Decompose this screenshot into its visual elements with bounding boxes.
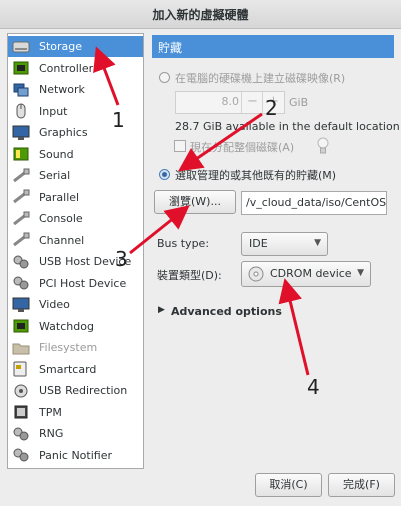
usb-redirection-icon	[14, 384, 28, 397]
folder-icon	[12, 343, 30, 354]
sidebar-item-usb-redirection[interactable]: USB Redirection	[8, 380, 143, 401]
title-bar: 加入新的虛擬硬體	[0, 0, 401, 29]
sidebar-item-label: Watchdog	[39, 319, 94, 333]
cancel-button[interactable]: 取消(C)	[255, 473, 322, 497]
sidebar-item-label: Controller	[39, 61, 94, 75]
sidebar-item-label: Serial	[39, 169, 71, 182]
sidebar-item-serial[interactable]: Serial	[8, 165, 143, 186]
chevron-down-icon: ▼	[357, 268, 364, 278]
console-cable-icon	[13, 211, 30, 225]
device-type-select[interactable]: CDROM device ▼	[241, 261, 371, 287]
allocate-checkbox[interactable]	[174, 140, 186, 152]
sidebar-item-label: Storage	[39, 40, 83, 53]
pci-device-icon	[13, 276, 29, 290]
annotation-number-4: 4	[307, 375, 320, 399]
storage-panel-header: 貯藏	[152, 35, 394, 58]
create-disk-label: 在電腦的硬碟機上建立磁碟映像(R)	[175, 72, 346, 85]
expander-arrow-icon[interactable]: ▶	[158, 305, 165, 315]
sidebar-item-storage[interactable]: Storage	[8, 36, 143, 57]
chevron-down-icon: ▼	[314, 238, 321, 248]
decrease-size-button[interactable]: −	[241, 92, 263, 113]
existing-storage-label: 選取管理的或其他既有的貯藏(M)	[175, 169, 337, 182]
sidebar-item-label: USB Redirection	[39, 384, 128, 397]
sidebar-item-label: Network	[39, 83, 85, 96]
sound-icon	[13, 147, 29, 161]
finish-button[interactable]: 完成(F)	[328, 473, 395, 497]
sidebar-item-label: Filesystem	[39, 341, 98, 354]
sidebar-item-smartcard[interactable]: Smartcard	[8, 359, 143, 380]
sidebar-item-label: Graphics	[39, 126, 88, 139]
sidebar-item-label: Smartcard	[39, 362, 97, 376]
bus-type-label: Bus type:	[157, 237, 210, 250]
storage-path-input[interactable]: /v_cloud_data/iso/CentOS	[241, 191, 387, 215]
sidebar-item-console[interactable]: Console	[8, 208, 143, 229]
window-title: 加入新的虛擬硬體	[152, 8, 249, 22]
existing-storage-radio[interactable]	[159, 169, 170, 180]
sidebar-item-label: Panic Notifier	[39, 448, 112, 462]
cdrom-icon	[248, 266, 264, 282]
video-monitor-icon	[12, 297, 30, 312]
annotation-number-1: 1	[112, 108, 125, 132]
annotation-number-3: 3	[115, 247, 128, 271]
sidebar-item-video[interactable]: Video	[8, 294, 143, 315]
watchdog-chip-icon	[13, 319, 29, 333]
device-type-value: CDROM device	[270, 267, 352, 280]
panel-title: 貯藏	[158, 41, 183, 55]
channel-cable-icon	[13, 232, 30, 247]
serial-cable-icon	[13, 168, 30, 182]
hard-disk-icon	[12, 41, 30, 52]
allocate-label: 現在分配整個磁碟(A)	[190, 141, 295, 154]
sidebar-item-label: PCI Host Device	[39, 276, 127, 290]
tpm-chip-icon	[14, 405, 28, 419]
smartcard-icon	[13, 361, 27, 377]
mouse-icon	[16, 103, 26, 119]
sidebar-item-label: Video	[39, 298, 70, 311]
controller-icon	[13, 61, 29, 75]
monitor-icon	[12, 125, 30, 140]
sidebar-item-parallel[interactable]: Parallel	[8, 187, 143, 208]
sidebar-item-panic-notifier[interactable]: Panic Notifier	[8, 445, 143, 466]
sidebar-item-label: Channel	[39, 233, 85, 247]
sidebar-item-label: Sound	[39, 147, 74, 161]
sidebar-item-label: Console	[39, 212, 83, 225]
rng-icon	[13, 427, 29, 440]
sidebar-item-sound[interactable]: Sound	[8, 144, 143, 165]
sidebar-item-filesystem: Filesystem	[8, 337, 143, 358]
device-type-label: 裝置類型(D):	[157, 269, 222, 282]
sidebar-item-label: Parallel	[39, 190, 80, 204]
usb-device-icon	[13, 255, 29, 268]
available-space-text: 28.7 GiB available in the default locati…	[175, 120, 400, 133]
sidebar-item-network[interactable]: Network	[8, 79, 143, 100]
sidebar-item-label: RNG	[39, 427, 64, 440]
size-unit-label: GiB	[289, 96, 309, 109]
annotation-number-2: 2	[265, 96, 278, 120]
sidebar-item-pci-host-device[interactable]: PCI Host Device	[8, 273, 143, 294]
parallel-cable-icon	[13, 189, 30, 204]
browse-button[interactable]: 瀏覽(W)...	[154, 190, 236, 214]
panic-notifier-icon	[13, 448, 29, 462]
storage-path-value: /v_cloud_data/iso/CentOS	[246, 196, 387, 209]
sidebar-item-watchdog[interactable]: Watchdog	[8, 316, 143, 337]
sidebar-item-tpm[interactable]: TPM	[8, 402, 143, 423]
network-icon	[13, 83, 29, 96]
sidebar-item-label: TPM	[39, 405, 62, 419]
sidebar-item-rng[interactable]: RNG	[8, 423, 143, 444]
disk-size-value: 8.0	[221, 95, 240, 108]
annotation-arrow-4	[278, 278, 310, 376]
create-disk-radio[interactable]	[159, 72, 170, 83]
lightbulb-icon	[317, 137, 329, 154]
bus-type-value: IDE	[249, 237, 268, 250]
sidebar-item-controller[interactable]: Controller	[8, 58, 143, 79]
bus-type-select[interactable]: IDE ▼	[241, 232, 328, 256]
advanced-options-expander[interactable]: Advanced options	[171, 305, 282, 318]
sidebar-item-label: Input	[39, 104, 68, 118]
